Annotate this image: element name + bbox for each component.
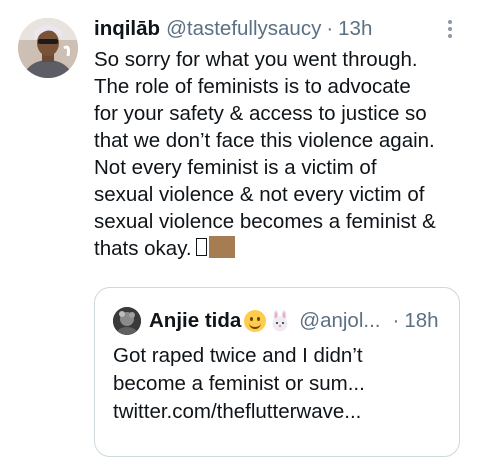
smiling-face-icon: [244, 310, 267, 332]
quoted-profile-photo-icon: [113, 307, 141, 335]
handle[interactable]: @tastefullysaucy: [166, 17, 321, 41]
tweet-text-line: that we don’t face this violence again.: [94, 129, 435, 152]
quoted-display-name: Anjie tida: [149, 309, 242, 332]
unrendered-emoji-icon: [195, 238, 207, 256]
tweet-text-line: The role of feminists is to advocate: [94, 75, 411, 98]
quoted-tweet-header: Anjie tida @anjol... · 18h: [113, 306, 443, 336]
quoted-separator: ·: [392, 309, 400, 332]
tweet-text-line: sexual violence & not every victim of: [94, 183, 425, 206]
avatar[interactable]: [18, 18, 78, 78]
quoted-link[interactable]: twitter.com/theflutterwave...: [113, 398, 443, 426]
tweet-text-line: for your safety & access to justice so: [94, 102, 427, 125]
quoted-avatar: [113, 307, 141, 335]
profile-photo-icon: [18, 18, 78, 78]
tweet-text-line: Not every feminist is a victim of: [94, 156, 377, 179]
tweet-text-line: So sorry for what you went through.: [94, 48, 418, 71]
quoted-text-line: Got raped twice and I didn’t: [113, 344, 363, 367]
quoted-handle: @anjol...: [299, 309, 381, 332]
timestamp[interactable]: 13h: [338, 17, 372, 41]
quoted-text-line: become a feminist or sum...: [113, 372, 365, 395]
quoted-timestamp: 18h: [404, 309, 439, 332]
rabbit-face-icon: [272, 310, 288, 332]
tweet-text: So sorry for what you went through. The …: [94, 46, 470, 262]
tweet-header: inqilāb @tastefullysaucy · 13h: [94, 14, 372, 44]
tweet-text-line: sexual violence becomes a feminist &: [94, 210, 436, 233]
tweet-text-line: thats okay.: [94, 237, 192, 260]
tweet[interactable]: inqilāb @tastefullysaucy · 13h So sorry …: [0, 0, 480, 457]
separator: ·: [326, 17, 334, 40]
skin-tone-swatch-icon: [208, 236, 235, 258]
quoted-tweet-text: Got raped twice and I didn’t become a fe…: [113, 342, 443, 426]
vertical-ellipsis-icon[interactable]: [442, 18, 458, 40]
quoted-tweet[interactable]: Anjie tida @anjol... · 18h Got raped twi…: [94, 287, 460, 457]
display-name[interactable]: inqilāb: [94, 17, 160, 41]
